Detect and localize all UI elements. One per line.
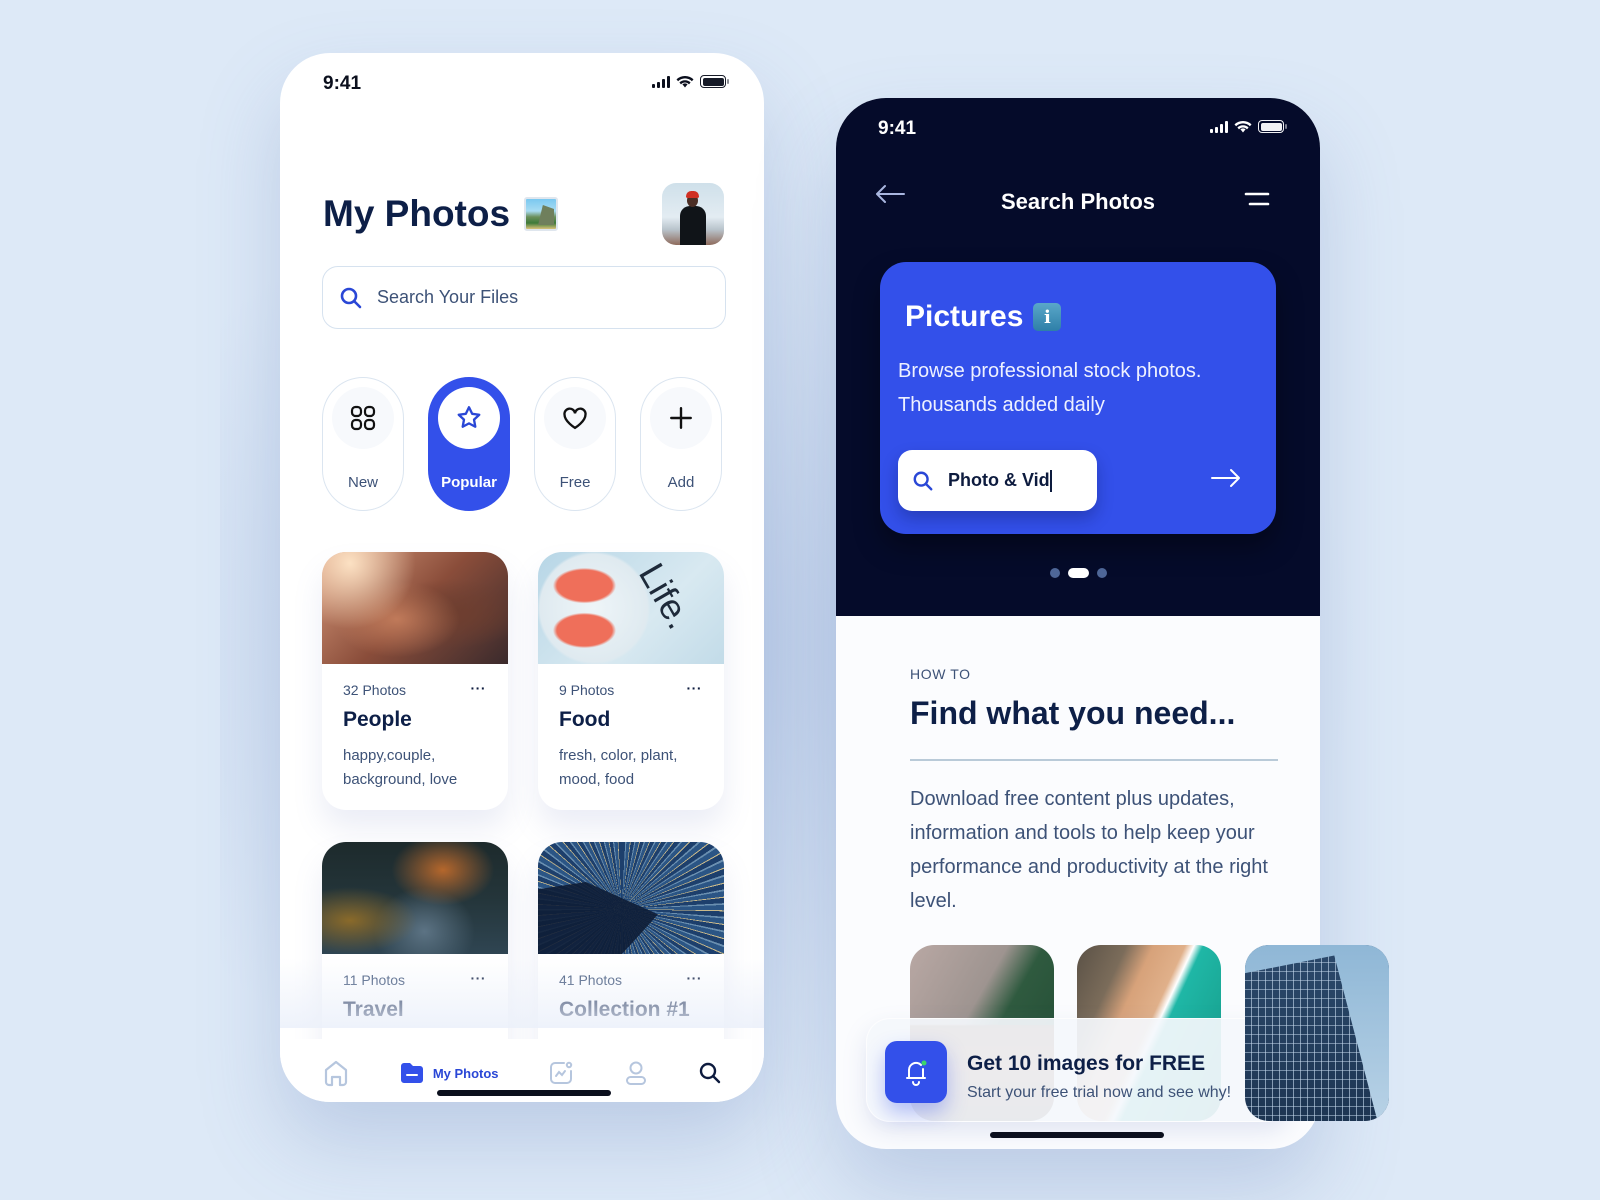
bell-icon xyxy=(906,1060,927,1086)
divider xyxy=(910,759,1278,761)
pictures-promo-card: Pictures i Browse professional stock pho… xyxy=(880,262,1276,534)
page-title-text: My Photos xyxy=(323,193,511,234)
category-label: Popular xyxy=(441,474,497,491)
tab-label: My Photos xyxy=(432,1065,499,1081)
howto-eyebrow: HOW TO xyxy=(910,666,971,682)
home-indicator xyxy=(990,1132,1164,1138)
pager-dot[interactable] xyxy=(1049,568,1060,578)
home-indicator xyxy=(437,1090,611,1096)
status-bar: 9:41 xyxy=(836,98,1320,158)
more-options-icon[interactable]: ··· xyxy=(687,680,703,696)
battery-icon xyxy=(1258,120,1287,133)
album-name: Food xyxy=(559,708,611,731)
album-thumbnail xyxy=(322,842,508,954)
info-icon: i xyxy=(1033,303,1062,331)
toast-subtitle: Start your free trial now and see why! xyxy=(967,1084,1232,1101)
howto-heading: Find what you need... xyxy=(910,695,1236,731)
bell-button[interactable] xyxy=(885,1041,947,1103)
tab-my-photos[interactable]: My Photos xyxy=(399,1061,499,1085)
album-thumbnail xyxy=(322,552,508,664)
search-icon xyxy=(340,287,362,308)
album-card-food[interactable]: Life. 9 Photos ··· Food fresh, color, pl… xyxy=(538,552,724,810)
grid-icon xyxy=(350,405,376,431)
scroll-fade xyxy=(280,958,764,1028)
promo-title-text: Pictures xyxy=(905,300,1024,333)
tab-search[interactable] xyxy=(698,1061,722,1085)
search-files-field[interactable] xyxy=(322,266,726,329)
arrow-right-icon[interactable] xyxy=(1210,467,1242,489)
carousel-pager xyxy=(836,568,1320,578)
free-trial-toast[interactable]: Get 10 images for FREE Start your free t… xyxy=(866,1018,1290,1122)
promo-search-field[interactable] xyxy=(898,450,1097,511)
avatar[interactable] xyxy=(662,183,724,245)
activity-icon xyxy=(550,1061,573,1084)
signal-icon xyxy=(1210,120,1228,133)
life-text-graphic: Life. xyxy=(631,560,698,636)
text-caret xyxy=(1050,469,1052,492)
album-thumbnail: Life. xyxy=(538,552,724,664)
more-options-icon[interactable]: ··· xyxy=(471,680,487,696)
album-name: People xyxy=(343,708,412,731)
folder-icon xyxy=(400,1063,423,1083)
category-popular-button[interactable]: Popular xyxy=(428,377,510,511)
category-add-button[interactable]: Add xyxy=(640,377,722,511)
search-header-section: 9:41 Search Photos Pictures i Browse pro… xyxy=(836,98,1320,616)
pager-dot-active[interactable] xyxy=(1067,568,1089,578)
status-icons xyxy=(652,75,729,88)
plus-icon xyxy=(670,407,692,429)
profile-icon xyxy=(626,1061,647,1085)
category-new-button[interactable]: New xyxy=(322,377,404,511)
home-icon xyxy=(324,1060,348,1087)
nav-bar: Search Photos xyxy=(836,183,1320,223)
svg-text:Life.: Life. xyxy=(631,560,698,636)
album-card-people[interactable]: 32 Photos ··· People happy,couple, backg… xyxy=(322,552,508,810)
heart-icon xyxy=(563,407,587,430)
signal-icon xyxy=(652,75,670,88)
thumbnail-glass-building[interactable] xyxy=(1245,945,1389,1121)
category-label: New xyxy=(347,474,378,491)
album-photo-count: 32 Photos xyxy=(343,682,407,698)
star-icon xyxy=(457,406,481,428)
toast-title: Get 10 images for FREE xyxy=(967,1052,1206,1075)
framed-picture-emoji-icon xyxy=(524,197,559,231)
my-photos-screen: 9:41 My Photos New Popular Free xyxy=(280,53,764,1102)
album-thumbnail xyxy=(538,842,724,954)
wifi-icon xyxy=(676,75,694,88)
howto-paragraph: Download free content plus updates, info… xyxy=(910,788,1268,912)
tab-profile[interactable] xyxy=(624,1060,648,1086)
category-label: Add xyxy=(667,474,695,491)
search-icon xyxy=(699,1062,721,1084)
status-bar: 9:41 xyxy=(280,53,764,113)
promo-title: Pictures i xyxy=(905,300,1062,334)
promo-description: Browse professional stock photos. Thousa… xyxy=(898,360,1202,416)
search-icon xyxy=(913,471,933,490)
category-label: Free xyxy=(559,474,591,491)
status-time: 9:41 xyxy=(878,118,917,139)
battery-icon xyxy=(700,75,729,88)
pager-dot[interactable] xyxy=(1096,568,1107,578)
menu-icon[interactable] xyxy=(1244,191,1270,207)
wifi-icon xyxy=(1234,120,1252,133)
album-photo-count: 9 Photos xyxy=(559,682,615,698)
status-icons xyxy=(1210,120,1287,133)
status-time: 9:41 xyxy=(323,73,362,94)
page-title: My Photos xyxy=(323,193,559,235)
search-files-input[interactable] xyxy=(377,287,677,308)
category-filters: New Popular Free Add xyxy=(322,377,722,511)
tab-home[interactable] xyxy=(323,1059,349,1087)
tab-activity[interactable] xyxy=(548,1060,574,1086)
album-tags: fresh, color, plant, mood, food xyxy=(559,747,678,788)
category-free-button[interactable]: Free xyxy=(534,377,616,511)
album-tags: happy,couple, background, love xyxy=(343,747,458,788)
